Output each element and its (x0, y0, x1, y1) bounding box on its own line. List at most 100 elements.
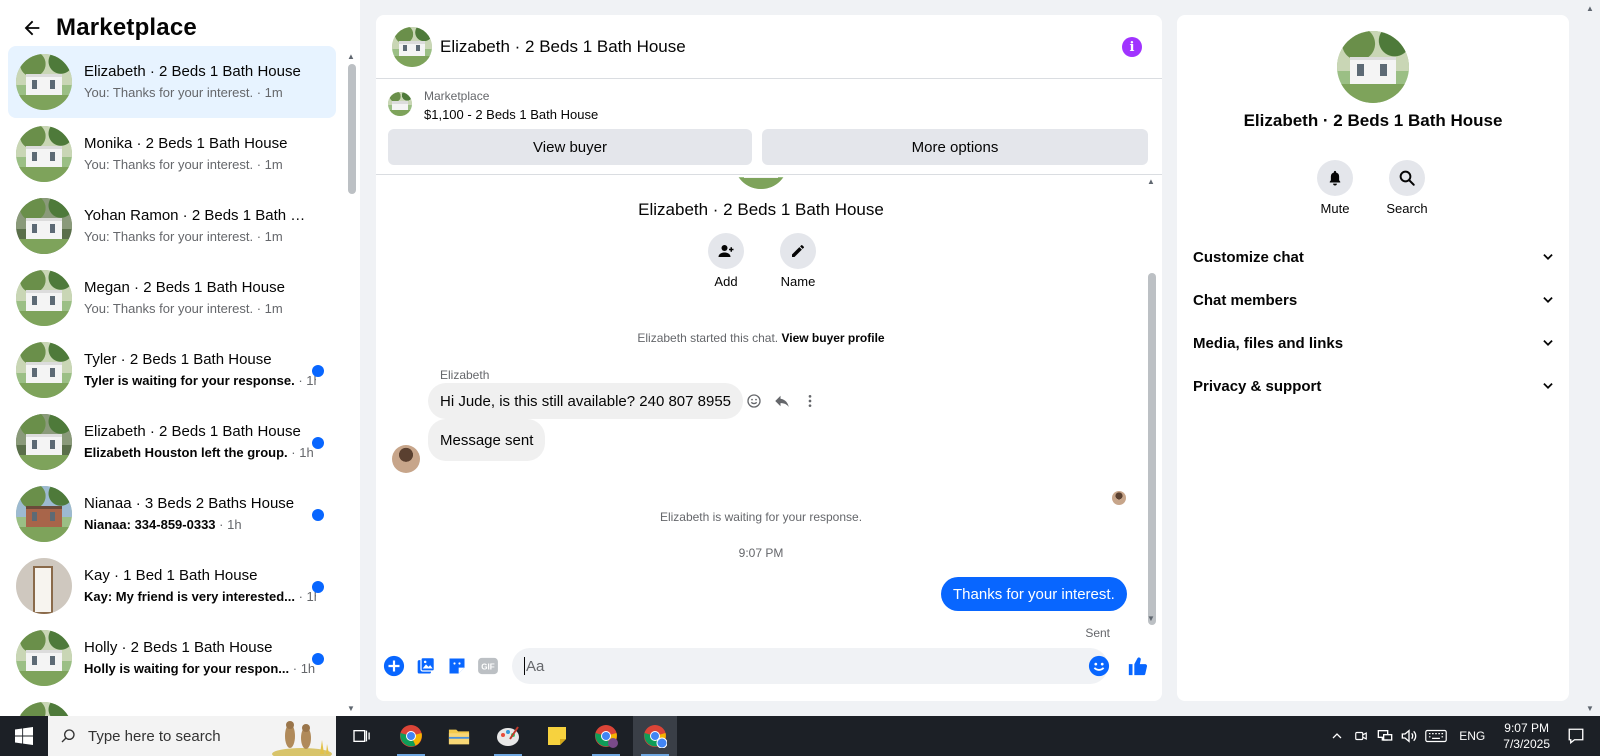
chat-scroll-up-arrow[interactable]: ▲ (1147, 177, 1155, 186)
page-scroll-down-arrow[interactable]: ▼ (1586, 704, 1594, 713)
conversation-avatar (16, 198, 72, 254)
search-label: Search (1386, 201, 1428, 216)
conversation-name: Elizabeth · 2 Beds 1 Bath House (84, 62, 301, 80)
task-view-icon[interactable] (340, 716, 384, 756)
conversation-item[interactable]: Megan · 2 Beds 1 Bath House You: Thanks f… (8, 262, 336, 334)
more-actions-icon[interactable] (800, 391, 820, 411)
clock-date: 7/3/2025 (1503, 737, 1550, 751)
emoji-icon[interactable] (1088, 655, 1110, 677)
conversation-time: · 1h (215, 516, 242, 532)
conversation-item[interactable]: Elizabeth · 2 Beds 1 Bath House You: Than… (8, 46, 336, 118)
file-explorer-icon[interactable] (437, 716, 481, 756)
add-label: Add (714, 274, 738, 289)
chat-started-text: Elizabeth started this chat. (637, 331, 782, 345)
customize-chat-section[interactable]: Customize chat (1193, 237, 1555, 277)
details-avatar[interactable] (1337, 31, 1409, 103)
notification-icon[interactable] (1566, 726, 1586, 746)
conversation-preview: You: Thanks for your interest. (84, 228, 254, 244)
conversation-sidebar: Marketplace Elizabeth · 2 Beds 1 Bath Ho… (0, 0, 360, 716)
conversation-item[interactable]: Elizabeth · 2 Beds 1 Bath House Elizabeth… (8, 406, 336, 478)
conversation-preview-line: Kay: My friend is very interested... · 1… (84, 587, 316, 607)
privacy-support-section[interactable]: Privacy & support (1193, 366, 1555, 406)
chat-avatar[interactable] (392, 26, 432, 67)
paint-app-icon[interactable] (486, 716, 530, 756)
plus-icon[interactable] (383, 655, 405, 677)
network-icon[interactable] (1375, 726, 1395, 746)
info-icon[interactable]: i (1122, 37, 1142, 57)
sidebar-scrollbar[interactable] (348, 64, 356, 194)
conversation-text: Elizabeth · 2 Beds 1 Bath House You: Than… (84, 62, 316, 103)
windows-start-icon[interactable] (0, 716, 48, 756)
sticky-notes-icon[interactable] (535, 716, 579, 756)
react-icon[interactable] (744, 391, 764, 411)
scroll-down-arrow[interactable]: ▼ (347, 704, 355, 713)
conversation-item[interactable]: Katey · 2 Beds 1 Bath House (8, 694, 336, 716)
keyboard-icon[interactable] (1423, 726, 1449, 746)
chevron-down-icon (1543, 297, 1553, 303)
chat-members-section[interactable]: Chat members (1193, 280, 1555, 320)
more-options-button[interactable]: More options (762, 129, 1148, 165)
view-buyer-button[interactable]: View buyer (388, 129, 752, 165)
gif-icon[interactable]: GIF (477, 655, 499, 677)
edit-name-button[interactable] (780, 233, 816, 269)
sender-name: Elizabeth (440, 368, 490, 382)
language-indicator[interactable]: ENG (1459, 729, 1485, 743)
chrome-active-icon[interactable] (633, 716, 677, 756)
chat-started-notice: Elizabeth started this chat. View buyer … (376, 331, 1146, 345)
chrome-profile-icon[interactable] (584, 716, 628, 756)
conversation-time: · 1h (289, 660, 316, 676)
conversation-avatar (16, 414, 72, 470)
unread-dot (312, 509, 324, 521)
conversation-item[interactable]: Holly · 2 Beds 1 Bath House Holly is wait… (8, 622, 336, 694)
conversation-item[interactable]: Nianaa · 3 Beds 2 Baths House Nianaa: 334… (8, 478, 336, 550)
message-input-placeholder: Aa (526, 657, 545, 675)
incoming-message[interactable]: Hi Jude, is this still available? 240 80… (428, 383, 744, 419)
sender-avatar[interactable] (392, 445, 420, 473)
conversation-preview: Nianaa: 334-859-0333 (84, 516, 216, 532)
incoming-message[interactable]: Message sent (428, 419, 546, 461)
conversation-name: Tyler · 2 Beds 1 Bath House (84, 350, 272, 368)
conversation-list: Elizabeth · 2 Beds 1 Bath House You: Than… (8, 46, 336, 716)
page-scroll-up-arrow[interactable]: ▲ (1586, 4, 1594, 13)
back-arrow-icon[interactable] (18, 14, 46, 42)
conversation-item[interactable]: Kay · 1 Bed 1 Bath House Kay: My friend i… (8, 550, 336, 622)
chevron-down-icon (1543, 340, 1553, 346)
chrome-icon[interactable] (389, 716, 433, 756)
view-buyer-profile-link[interactable]: View buyer profile (781, 331, 884, 345)
unread-dot (312, 365, 324, 377)
meet-now-icon[interactable] (1351, 726, 1371, 746)
volume-icon[interactable] (1399, 726, 1419, 746)
mute-button[interactable] (1317, 160, 1353, 196)
conversation-avatar (16, 54, 72, 110)
conversation-item[interactable]: Monika · 2 Beds 1 Bath House You: Thanks … (8, 118, 336, 190)
listing-price[interactable]: $1,100 - 2 Beds 1 Bath House (424, 107, 598, 122)
conversation-item[interactable]: Tyler · 2 Beds 1 Bath House Tyler is wait… (8, 334, 336, 406)
sticker-icon[interactable] (446, 655, 468, 677)
outgoing-message[interactable]: Thanks for your interest. (941, 577, 1127, 611)
conversation-name: Holly · 2 Beds 1 Bath House (84, 638, 273, 656)
media-files-links-section[interactable]: Media, files and links (1193, 323, 1555, 363)
conversation-text: Elizabeth · 2 Beds 1 Bath House Elizabeth… (84, 422, 316, 463)
chat-scroll-down-arrow[interactable]: ▼ (1147, 614, 1155, 623)
chevron-down-icon (1543, 383, 1553, 389)
chat-scrollbar[interactable] (1148, 273, 1156, 625)
section-label: Customize chat (1193, 248, 1304, 266)
like-icon[interactable] (1127, 655, 1149, 677)
bell-icon (1329, 170, 1341, 186)
taskbar-clock[interactable]: 9:07 PM 7/3/2025 (1503, 720, 1550, 752)
conversation-text: Monika · 2 Beds 1 Bath House You: Thanks … (84, 134, 316, 175)
conversation-item[interactable]: Yohan Ramon · 2 Beds 1 Bath Ho... You: Th… (8, 190, 336, 262)
message-input[interactable]: Aa (512, 648, 1108, 684)
scroll-up-arrow[interactable]: ▲ (347, 52, 355, 61)
reply-icon[interactable] (772, 391, 792, 411)
search-button[interactable] (1389, 160, 1425, 196)
conversation-avatar (16, 486, 72, 542)
conversation-text: Holly · 2 Beds 1 Bath House Holly is wait… (84, 638, 316, 679)
photo-icon[interactable] (415, 655, 437, 677)
taskbar-search-box[interactable]: Type here to search (48, 716, 336, 756)
add-person-button[interactable] (708, 233, 744, 269)
chevron-up-icon[interactable] (1327, 726, 1347, 746)
chat-title[interactable]: Elizabeth · 2 Beds 1 Bath House (440, 37, 686, 57)
waiting-notice: Elizabeth is waiting for your response. (659, 510, 863, 524)
conversation-text: Megan · 2 Beds 1 Bath House You: Thanks f… (84, 278, 316, 319)
